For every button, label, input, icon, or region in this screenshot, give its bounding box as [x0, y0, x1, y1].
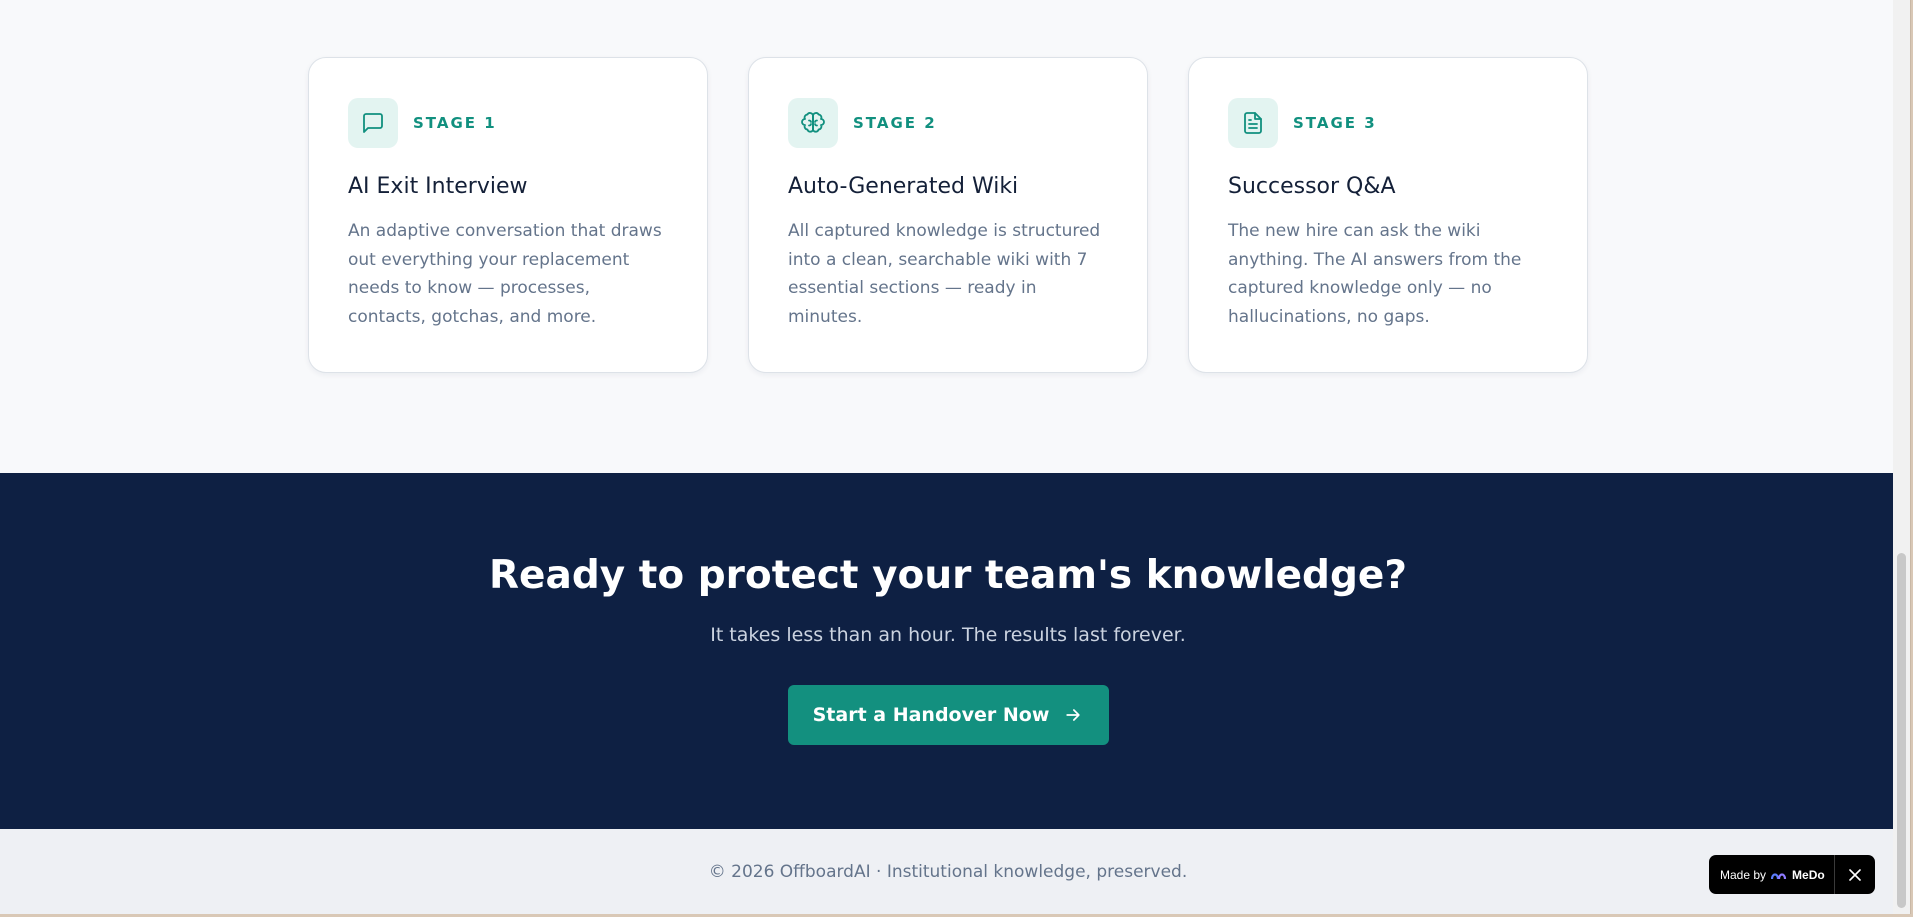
start-handover-button[interactable]: Start a Handover Now: [787, 685, 1109, 745]
stage-title: Successor Q&A: [1228, 174, 1396, 199]
vertical-scrollbar[interactable]: [1893, 0, 1910, 914]
footer-copyright: © 2026 OffboardAI · Institutional knowle…: [708, 862, 1188, 882]
cta-title: Ready to protect your team's knowledge?: [489, 553, 1407, 598]
document-icon: [1228, 98, 1278, 148]
stage-card-header: STAGE 2: [788, 98, 1108, 148]
scrollbar-thumb[interactable]: [1897, 553, 1906, 908]
brain-icon: [788, 98, 838, 148]
medo-brand: MeDo: [1792, 867, 1825, 882]
page-viewport: STAGE 1 AI Exit Interview An adaptive co…: [0, 0, 1911, 914]
close-icon: [1849, 868, 1861, 881]
stage-description: The new hire can ask the wiki anything. …: [1228, 221, 1522, 327]
medo-logo-icon: [1771, 872, 1787, 879]
cta-section: Ready to protect your team's knowledge? …: [0, 473, 1896, 829]
page-footer: © 2026 OffboardAI · Institutional knowle…: [0, 829, 1896, 914]
stage-description: An adaptive conversation that draws out …: [348, 221, 662, 327]
stages-section: STAGE 1 AI Exit Interview An adaptive co…: [308, 57, 1588, 373]
made-by-badge[interactable]: Made by MeDo: [1709, 855, 1875, 894]
made-by-prefix: Made by: [1720, 867, 1767, 882]
stage-label: STAGE 3: [1293, 114, 1377, 132]
stage-label: STAGE 2: [853, 114, 937, 132]
stage-card-header: STAGE 3: [1228, 98, 1548, 148]
stage-title: Auto-Generated Wiki: [788, 174, 1019, 199]
message-square-icon: [348, 98, 398, 148]
stage-description: All captured knowledge is structured int…: [788, 221, 1101, 327]
stage-card-3: STAGE 3 Successor Q&A The new hire can a…: [1188, 57, 1588, 373]
cta-subtitle: It takes less than an hour. The results …: [710, 624, 1186, 646]
stage-card-header: STAGE 1: [348, 98, 668, 148]
start-handover-button-label: Start a Handover Now: [812, 704, 1050, 726]
stage-label: STAGE 1: [413, 114, 497, 132]
made-by-link[interactable]: Made by MeDo: [1709, 855, 1835, 894]
badge-close-button[interactable]: [1835, 855, 1875, 894]
arrow-right-icon: [1066, 709, 1081, 721]
stage-card-2: STAGE 2 Auto-Generated Wiki All captured…: [748, 57, 1148, 373]
stage-card-1: STAGE 1 AI Exit Interview An adaptive co…: [308, 57, 708, 373]
stage-title: AI Exit Interview: [348, 174, 528, 199]
